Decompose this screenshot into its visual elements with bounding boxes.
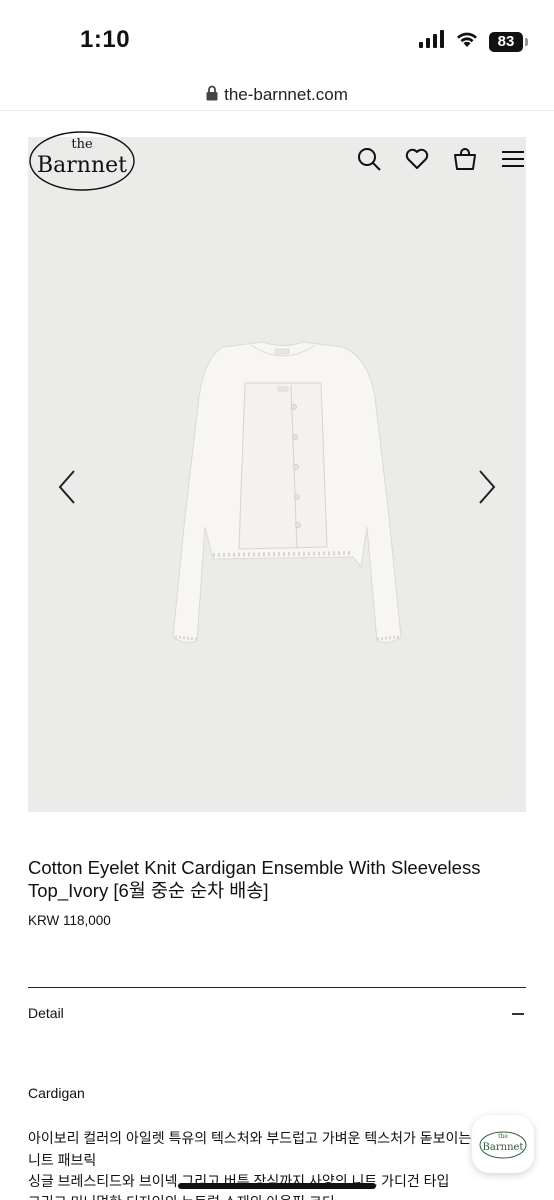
product-title: Cotton Eyelet Knit Cardigan Ensemble Wit… [28,856,533,902]
header-actions [356,146,526,172]
logo-the-text: the [71,137,93,152]
detail-accordion[interactable]: Detail [28,1005,526,1029]
battery-cap [525,37,528,46]
address-bar[interactable]: the-barnnet.com [0,80,554,110]
status-icons: 83 [419,30,528,53]
menu-icon[interactable] [500,146,526,172]
lock-icon [206,85,218,106]
status-bar: 1:10 83 [0,0,554,80]
chevron-right-icon[interactable] [472,467,502,507]
description-line: 니트 패브릭 [28,1152,97,1168]
logo-main-text: Barnnet [37,153,127,178]
product-title-line2: Top_Ivory [6월 중순 순차 배송] [28,880,269,901]
site-header: the Barnnet [28,128,526,192]
chevron-left-icon[interactable] [52,467,82,507]
signal-icon [419,30,445,53]
wifi-icon [455,30,479,53]
shopping-bag-icon[interactable] [452,146,478,172]
heart-icon[interactable] [404,146,430,172]
detail-label: Detail [28,1005,64,1021]
chat-logo: the Barnnet [479,1131,527,1159]
product-gallery[interactable] [28,137,526,812]
home-indicator[interactable] [178,1183,376,1189]
description-line: 아이보리 컬러의 아일렛 특유의 텍스처와 부드럽고 가벼운 텍스처가 돋보이는 [28,1130,472,1146]
description-heading: Cardigan [28,1085,85,1101]
product-title-line1: Cotton Eyelet Knit Cardigan Ensemble Wit… [28,857,481,878]
product-price: KRW 118,000 [28,913,111,928]
chat-logo-main: Barnnet [483,1142,524,1153]
product-image [172,341,402,643]
address-bar-divider [0,110,554,111]
url-text: the-barnnet.com [224,85,348,104]
detail-divider [28,987,526,988]
minus-icon[interactable] [512,1013,524,1015]
status-time: 1:10 [80,26,131,53]
chat-button[interactable]: the Barnnet [472,1115,534,1173]
description-line: 그리고 미니멀한 디자인의 뉴트럴 소재의 아웃핏 코디 [28,1192,335,1200]
battery-level: 83 [489,31,523,52]
brand-logo[interactable]: the Barnnet [28,128,136,192]
chat-logo-the: the [498,1133,508,1140]
battery-icon: 83 [489,31,528,52]
search-icon[interactable] [356,146,382,172]
